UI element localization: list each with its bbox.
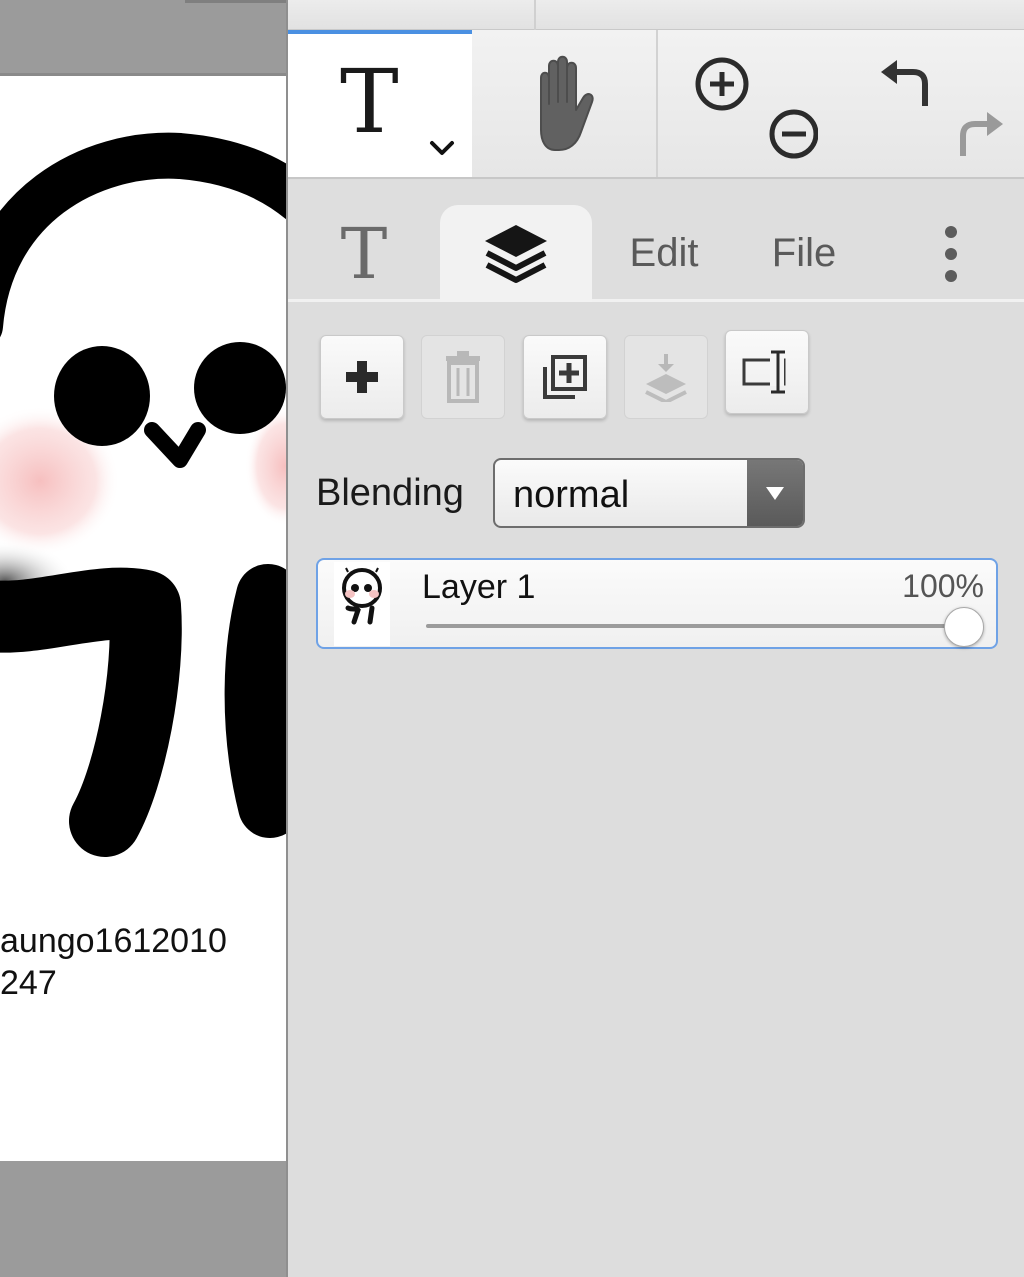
opacity-slider-handle[interactable] <box>944 607 984 647</box>
layer-name: Layer 1 <box>422 568 536 606</box>
canvas-caption: aungo1612010 247 <box>0 920 227 1004</box>
caption-line-2: 247 <box>0 964 57 1002</box>
merge-down-icon <box>645 354 687 402</box>
panel-top-strip <box>288 0 1024 30</box>
blending-select[interactable]: normal <box>493 458 805 528</box>
plus-icon <box>346 361 378 393</box>
tab-file[interactable]: File <box>748 205 860 302</box>
canvas-viewport[interactable]: aungo1612010 247 <box>0 0 286 1277</box>
hand-tool-button[interactable] <box>472 30 658 177</box>
tab-layers[interactable] <box>440 205 592 302</box>
more-menu-button[interactable] <box>908 205 994 302</box>
side-panel: T T Edit File Blending normal Layer 1 10… <box>286 0 1024 1277</box>
layer-list-item[interactable]: Layer 1 100% <box>316 558 998 649</box>
text-tab-icon: T <box>340 212 388 295</box>
layer-opacity-value: 100% <box>902 568 984 604</box>
layer-thumbnail <box>334 562 390 646</box>
more-vertical-icon <box>945 225 957 282</box>
merge-down-button[interactable] <box>624 335 708 419</box>
add-layer-button[interactable] <box>320 335 404 419</box>
hand-icon <box>540 55 594 151</box>
dropdown-arrow-icon[interactable] <box>747 460 803 526</box>
redo-icon[interactable] <box>960 111 1003 156</box>
tool-bar: T <box>288 30 1024 179</box>
blending-label: Blending <box>316 472 464 514</box>
zoom-in-icon[interactable] <box>695 57 749 110</box>
undo-icon[interactable] <box>881 59 928 106</box>
caption-line-1: aungo1612010 <box>0 922 227 960</box>
history-tools <box>848 30 1024 177</box>
layer-action-buttons <box>320 330 820 421</box>
layer-thumbnail-art <box>342 567 382 625</box>
canvas-scroll-indicator <box>185 0 286 3</box>
text-tool-button[interactable]: T <box>288 30 472 177</box>
panel-tabs: T Edit File <box>288 180 1024 302</box>
blending-value: normal <box>513 474 630 516</box>
rename-layer-button[interactable] <box>725 330 809 414</box>
tab-text[interactable]: T <box>308 205 420 302</box>
zoom-tools <box>658 30 848 177</box>
zoom-out-icon[interactable] <box>769 109 818 158</box>
layers-icon <box>485 224 547 283</box>
opacity-slider-track[interactable] <box>426 624 956 628</box>
app-window: aungo1612010 247 T T Edit File Blending … <box>0 0 1024 1277</box>
tab-edit[interactable]: Edit <box>608 205 720 302</box>
text-tool-icon: T <box>340 50 399 153</box>
duplicate-layer-button[interactable] <box>523 335 607 419</box>
trash-icon <box>446 351 480 403</box>
history-icons <box>881 59 1003 156</box>
rename-icon <box>742 350 786 394</box>
chevron-down-icon[interactable] <box>428 138 456 158</box>
delete-layer-button[interactable] <box>421 335 505 419</box>
zoom-icons <box>695 57 818 158</box>
duplicate-icon <box>543 355 587 399</box>
